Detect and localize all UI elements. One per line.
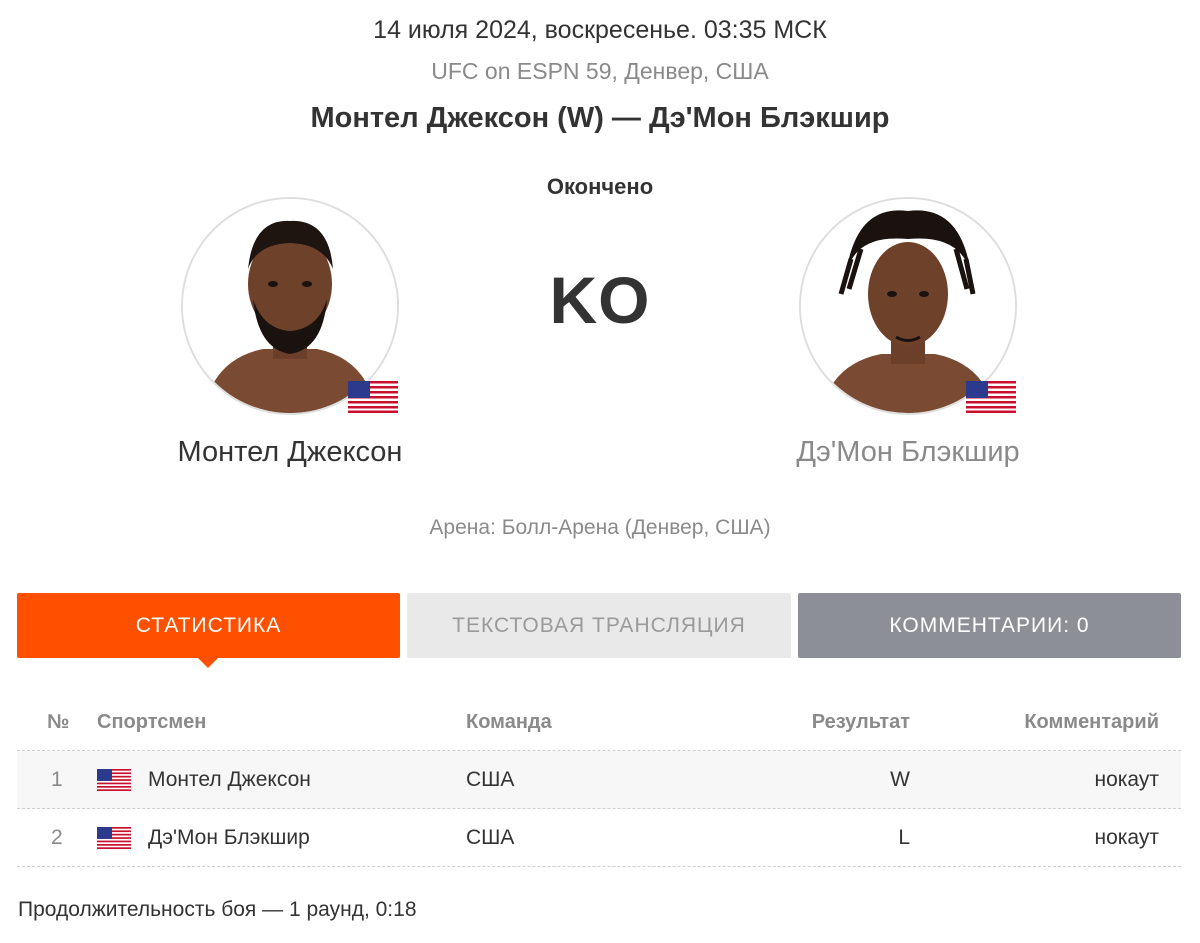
active-tab-pointer (197, 657, 219, 668)
tab-text-broadcast[interactable]: ТЕКСТОВАЯ ТРАНСЛЯЦИЯ (407, 593, 791, 658)
fighter-1-name[interactable]: Монтел Джексон (80, 436, 500, 469)
fighter-1-us-flag-icon (348, 381, 398, 413)
fighter-2-name[interactable]: Дэ'Мон Блэкшир (698, 436, 1118, 469)
row-num: 2 (51, 826, 63, 849)
row-athlete[interactable]: Монтел Джексон (148, 768, 311, 792)
row-comment: нокаут (1094, 768, 1160, 791)
header-num: № (47, 711, 70, 733)
tab-comments[interactable]: КОММЕНТАРИИ: 0 (798, 593, 1181, 658)
bout-status: Окончено (546, 174, 654, 199)
row-athlete[interactable]: Дэ'Мон Блэкшир (148, 826, 310, 850)
header-team: Команда (466, 711, 552, 733)
tab-statistics[interactable]: СТАТИСТИКА (17, 593, 400, 658)
table-row: 2 Дэ'Мон Блэкшир США L нокаут (17, 809, 1181, 867)
results-table: № Спортсмен Команда Результат Комментари… (17, 695, 1181, 867)
row-num: 1 (51, 768, 63, 791)
bout-title: Монтел Джексон (W) — Дэ'Мон Блэкшир (310, 102, 890, 134)
us-flag-icon (97, 827, 131, 849)
fight-duration: Продолжительность боя — 1 раунд, 0:18 (18, 898, 417, 921)
bout-result: KO (549, 263, 651, 337)
fighter-2-us-flag-icon (966, 381, 1016, 413)
row-result: L (898, 826, 910, 849)
header-athlete: Спортсмен (97, 711, 207, 733)
row-team: США (466, 768, 515, 791)
row-team: США (466, 826, 515, 849)
table-row: 1 Монтел Джексон США W нокаут (17, 751, 1181, 809)
event-name[interactable]: UFC on ESPN 59, Денвер, США (0, 58, 1200, 85)
row-comment: нокаут (1094, 826, 1160, 849)
us-flag-icon (97, 769, 131, 791)
header-result: Результат (811, 711, 910, 733)
header-comment: Комментарий (1024, 711, 1159, 733)
arena-info: Арена: Болл-Арена (Денвер, США) (429, 516, 771, 539)
event-date: 14 июля 2024, воскресенье. 03:35 МСК (373, 16, 827, 44)
row-result: W (890, 768, 910, 791)
table-header: № Спортсмен Команда Результат Комментари… (17, 695, 1181, 751)
